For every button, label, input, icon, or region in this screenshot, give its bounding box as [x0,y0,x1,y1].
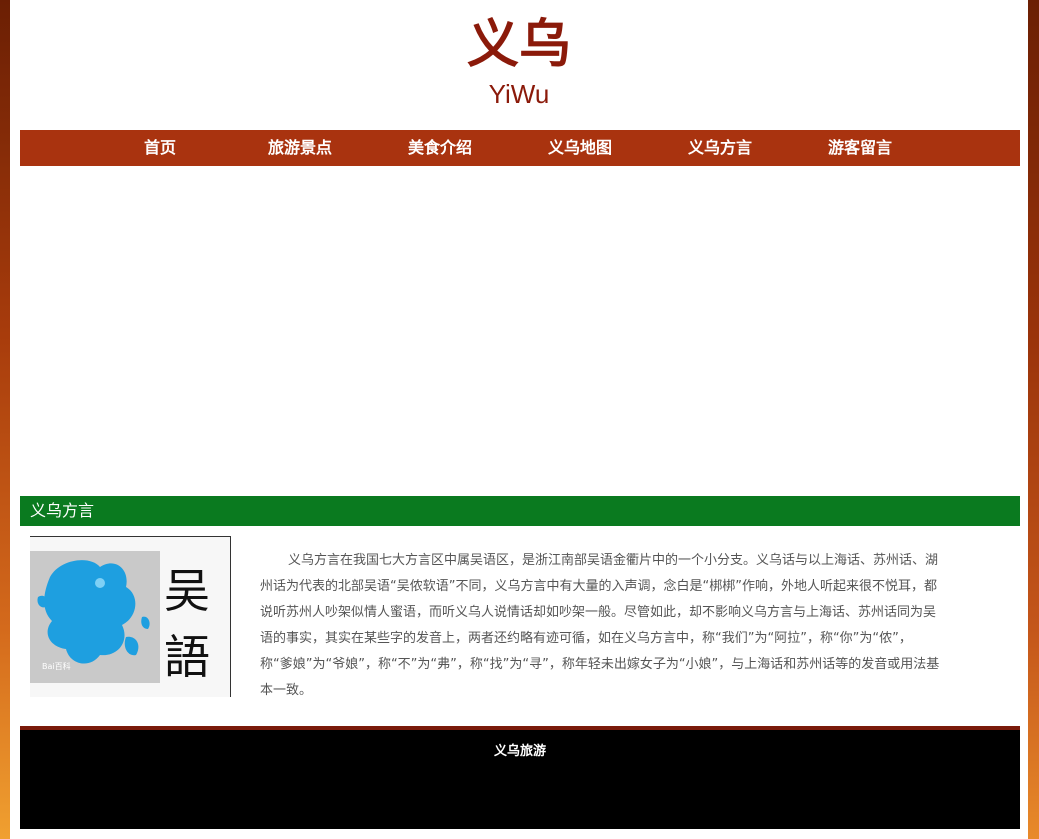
nav-item-dialect[interactable]: 义乌方言 [650,130,790,166]
wu-map-graphic: 吴 語 Bai百科 [30,551,210,684]
site-subtitle: YiWu [488,79,550,109]
site-footer: 义乌旅游 [20,726,1020,829]
main-nav: 首页 旅游景点 美食介绍 义乌地图 义乌方言 游客留言 [20,130,1020,166]
baike-watermark: Bai百科 [42,661,71,671]
site-header: 义乌 YiWu [10,0,1028,130]
nav-item-home[interactable]: 首页 [90,130,230,166]
footer-text: 义乌旅游 [493,744,546,759]
nav-item-map[interactable]: 义乌地图 [510,130,650,166]
yu-character: 語 [164,630,210,684]
dialect-article-text: 义乌方言在我国七大方言区中属吴语区，是浙江南部吴语金衢片中的一个小分支。义乌话与… [260,553,940,698]
wu-dialect-map-image: 吴 語 Bai百科 [30,536,231,697]
nav-item-guestbook[interactable]: 游客留言 [790,130,930,166]
wu-character: 吴 [164,564,210,618]
nav-item-attractions[interactable]: 旅游景点 [230,130,370,166]
section-title-bar: 义乌方言 [20,496,1020,526]
dialect-content: 吴 語 Bai百科 义乌方言在我国七大方言区中属吴语区，是浙江南部吴语金衢片中的… [20,526,1020,726]
site-title: 义乌 [466,15,571,75]
page-container: 义乌 YiWu 首页 旅游景点 美食介绍 义乌地图 义乌方言 游客留言 义乌方言… [10,0,1028,839]
left-background-edge [0,0,10,839]
right-background-edge [1028,0,1039,839]
nav-item-food[interactable]: 美食介绍 [370,130,510,166]
